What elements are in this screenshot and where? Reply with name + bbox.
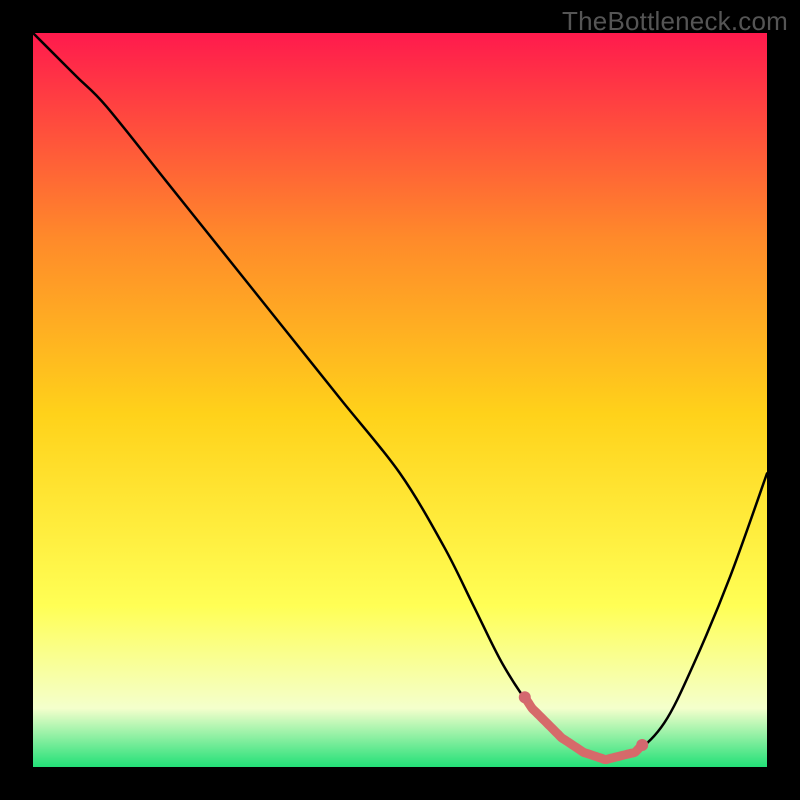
optimal-range-end-dot: [636, 739, 648, 751]
optimal-range-start-dot: [519, 691, 531, 703]
gradient-background: [33, 33, 767, 767]
chart-svg: [33, 33, 767, 767]
chart-area: [33, 33, 767, 767]
watermark-text: TheBottleneck.com: [562, 6, 788, 37]
